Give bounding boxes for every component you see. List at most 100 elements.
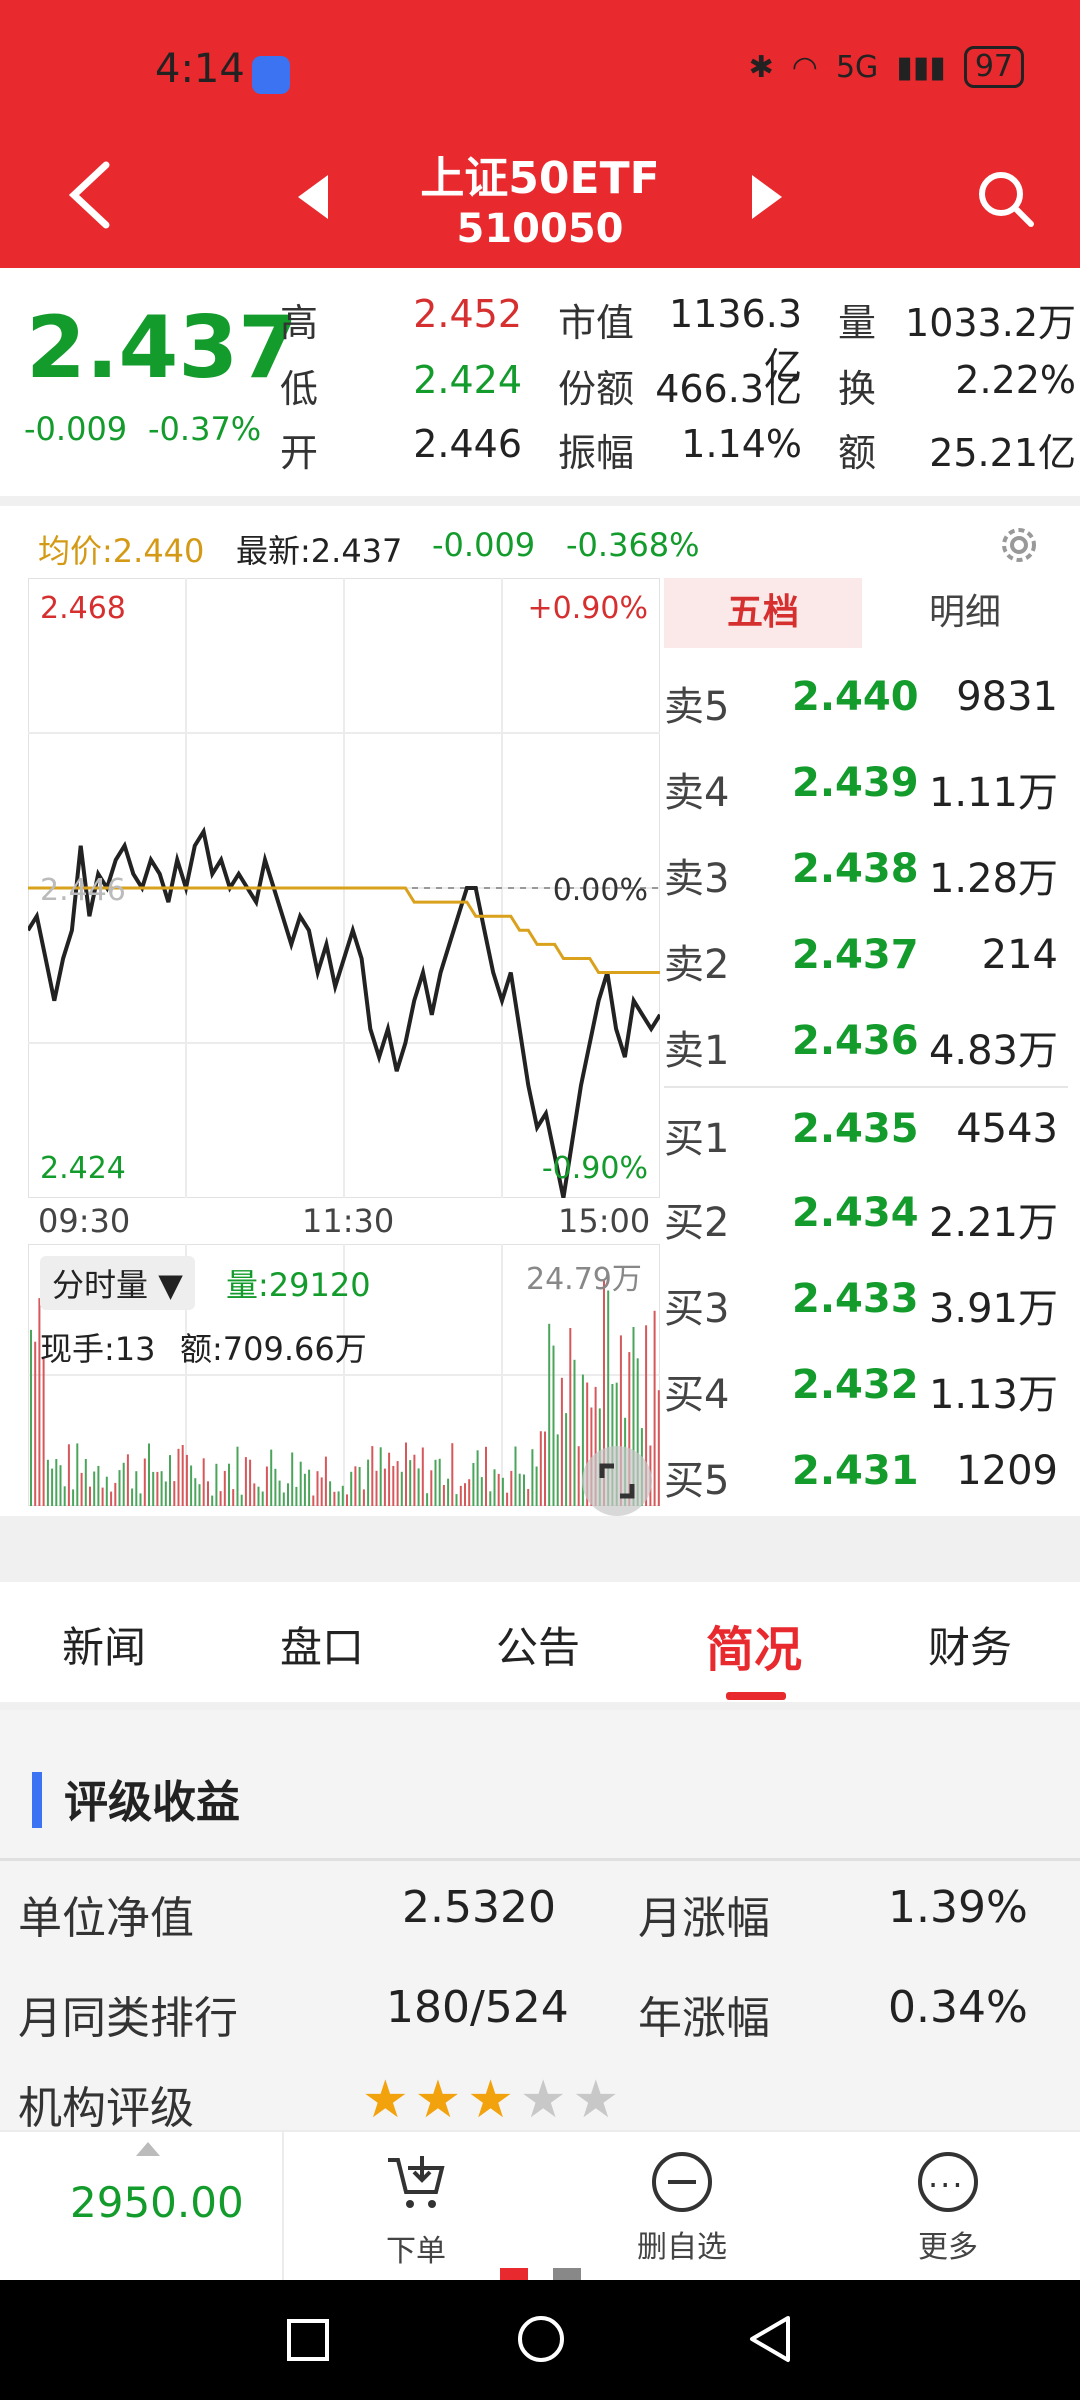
volume-bar [93, 1471, 96, 1506]
volume-bar [169, 1455, 171, 1506]
volume-bar [531, 1449, 534, 1506]
signal-icon: ▮▮▮ [896, 49, 946, 85]
high-value: 2.452 [413, 292, 522, 336]
volume-bar [421, 1447, 424, 1506]
page-indicator [553, 2268, 581, 2280]
volume-bar [506, 1492, 509, 1506]
volume-bar [329, 1481, 332, 1506]
order-book-row[interactable]: 卖4 2.439 1.11万 [664, 742, 1068, 828]
recent-apps-icon[interactable] [286, 2318, 330, 2362]
volume-bar [42, 1357, 45, 1506]
volume-bar [282, 1492, 285, 1506]
volume-selector[interactable]: 分时量 ▼ [40, 1256, 195, 1310]
order-book-row[interactable]: 买3 2.433 3.91万 [664, 1258, 1068, 1344]
shares-label: 份额 [558, 367, 635, 411]
volume-bar [442, 1485, 445, 1506]
mid-pct-label: 0.00% [553, 873, 648, 908]
volume-bar [76, 1443, 79, 1506]
volume-bar [413, 1454, 416, 1506]
bottom-pct-label: -0.90% [542, 1151, 648, 1186]
order-book-row[interactable]: 卖1 2.436 4.83万 [664, 1000, 1068, 1086]
volume-bar [409, 1460, 412, 1506]
amount-label: 额 [838, 431, 877, 475]
remove-watchlist-label: 删自选 [637, 2230, 727, 2265]
order-button[interactable]: 下单 [336, 2152, 496, 2270]
volume-bar [480, 1477, 483, 1506]
open-label: 开 [280, 431, 319, 475]
current-price: 2.437 [26, 298, 299, 398]
price-line-chart[interactable]: 2.468 2.424 +0.90% -0.90% 0.00% 2.446 [28, 578, 660, 1198]
index-price[interactable]: 2950.00 [70, 2178, 244, 2227]
order-price: 2.434 [792, 1190, 919, 1236]
order-volume: 9831 [956, 674, 1058, 720]
home-icon[interactable] [516, 2314, 566, 2364]
tab-news[interactable]: 新闻 [62, 1614, 146, 1675]
volume-bar [156, 1471, 159, 1506]
volume-bar [346, 1494, 348, 1506]
time-label-mid: 11:30 [302, 1202, 395, 1240]
active-tab-indicator [726, 1692, 786, 1700]
volume-bar [34, 1341, 37, 1506]
expand-up-icon[interactable] [136, 2142, 160, 2156]
volume-bar [185, 1454, 188, 1506]
amount-value: 25.21亿 [929, 431, 1076, 475]
status-icons: ✱ ◠ 5G ▮▮▮ 97 [749, 46, 1024, 88]
search-icon[interactable] [975, 168, 1035, 228]
volume-bar [160, 1471, 163, 1506]
volume-max-label: 24.79万 [526, 1262, 642, 1297]
order-book-row[interactable]: 卖5 2.440 9831 [664, 656, 1068, 742]
order-price: 2.435 [792, 1106, 919, 1152]
expand-corners-icon [599, 1463, 635, 1499]
tab-five-levels[interactable]: 五档 [664, 578, 862, 648]
volume-bar [152, 1471, 155, 1506]
volume-bar [337, 1491, 340, 1506]
next-stock-icon[interactable] [752, 175, 782, 219]
minus-circle-icon [652, 2152, 712, 2212]
fullscreen-icon[interactable] [582, 1446, 652, 1516]
section-accent-bar [32, 1772, 42, 1828]
volume-bar [303, 1473, 306, 1506]
volume-bar [207, 1481, 209, 1506]
remove-watchlist-button[interactable]: 删自选 [602, 2152, 762, 2266]
more-dots-icon: ··· [918, 2152, 978, 2212]
settings-gear-icon[interactable] [994, 520, 1044, 570]
volume-bar [396, 1461, 399, 1506]
tab-handicap[interactable]: 盘口 [280, 1614, 364, 1675]
volume-bar [400, 1471, 403, 1506]
order-book-row[interactable]: 买1 2.435 4543 [664, 1086, 1068, 1172]
chart-change-text: -0.009 [432, 526, 536, 564]
volume-bar [514, 1446, 517, 1506]
order-book-row[interactable]: 买5 2.431 1209 [664, 1430, 1068, 1516]
turnover-value: 2.22% [955, 358, 1076, 402]
order-book-row[interactable]: 卖2 2.437 214 [664, 914, 1068, 1000]
rating-returns-section: 评级收益 单位净值 2.5320 月涨幅 1.39% 月同类排行 180/524… [0, 1710, 1080, 2134]
volume-bar [257, 1486, 260, 1506]
order-volume: 4.83万 [928, 1028, 1058, 1074]
order-book-row[interactable]: 买4 2.432 1.13万 [664, 1344, 1068, 1430]
volume-bar [67, 1444, 70, 1506]
volume-bar [489, 1491, 492, 1506]
tab-details[interactable]: 明细 [862, 578, 1068, 648]
star-empty-icon: ★ [572, 2070, 626, 2130]
app-notification-icon [252, 56, 290, 94]
volume-value-text: 量:29120 [226, 1266, 371, 1304]
network-label: 5G [835, 49, 879, 85]
volume-bar [244, 1457, 247, 1506]
shares-value: 466.3亿 [655, 367, 802, 411]
volume-bar [312, 1495, 315, 1506]
tab-announcements[interactable]: 公告 [496, 1614, 580, 1675]
volume-bar [278, 1480, 281, 1506]
system-back-icon[interactable] [748, 2314, 792, 2364]
order-label: 下单 [386, 2234, 446, 2269]
order-volume: 1.11万 [928, 770, 1058, 816]
tab-finance[interactable]: 财务 [928, 1614, 1012, 1675]
order-price: 2.438 [792, 846, 919, 892]
volume-bar [223, 1470, 226, 1506]
order-book-row[interactable]: 买2 2.434 2.21万 [664, 1172, 1068, 1258]
volume-bar [569, 1328, 572, 1506]
order-book-row[interactable]: 卖3 2.438 1.28万 [664, 828, 1068, 914]
more-button[interactable]: ··· 更多 [868, 2152, 1028, 2266]
volume-bar [350, 1471, 353, 1506]
volume-bar [535, 1466, 538, 1506]
tab-overview[interactable]: 简况 [706, 1610, 802, 1680]
